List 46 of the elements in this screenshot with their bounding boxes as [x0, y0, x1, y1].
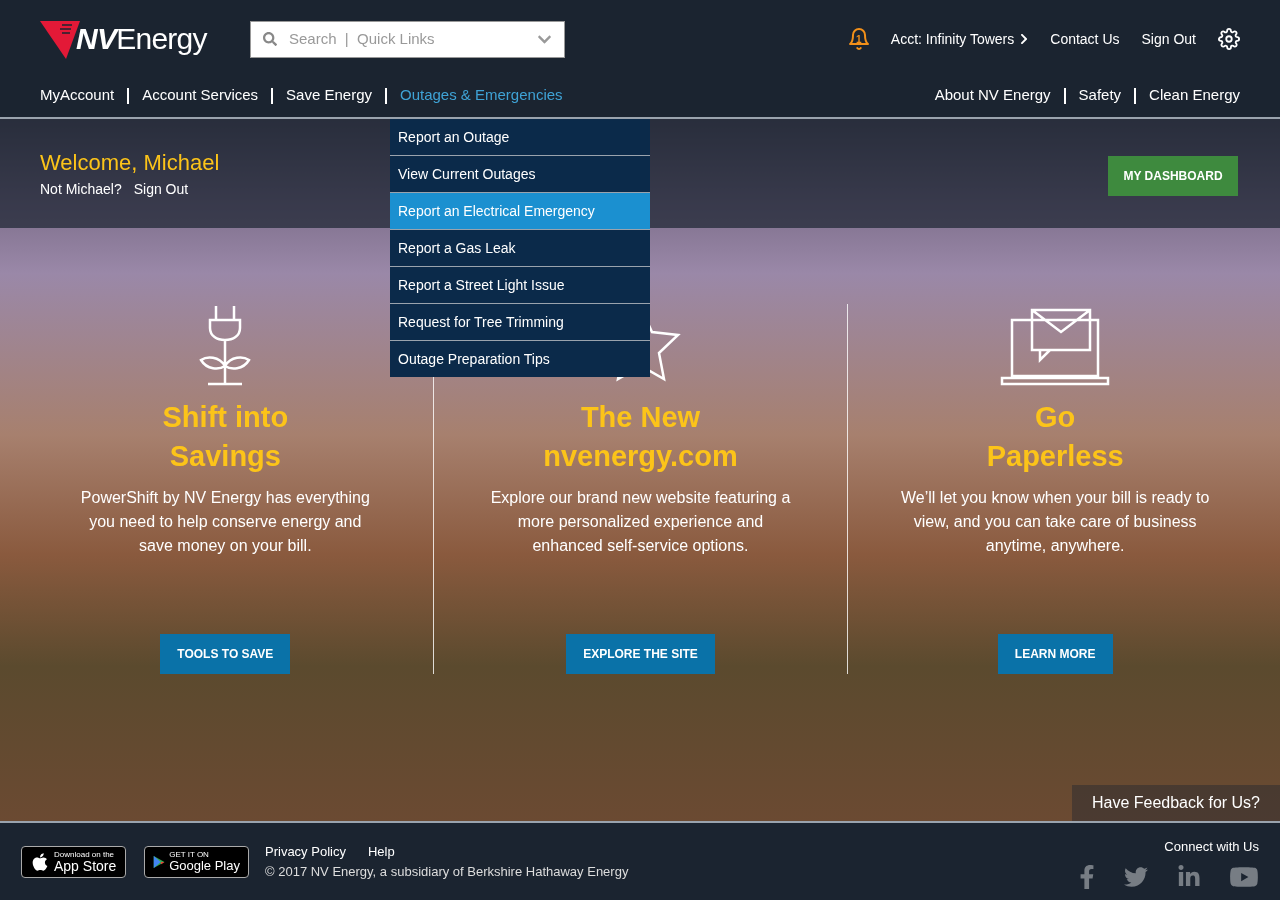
connect-heading: Connect with Us [1164, 837, 1259, 856]
feature-button[interactable]: LEARN MORE [997, 634, 1113, 674]
feature-title: Shift into Savings [162, 400, 289, 474]
not-user-text: Not Michael? [40, 180, 122, 199]
account-link[interactable]: Acct: Infinity Towers [890, 28, 1031, 50]
header-link[interactable]: Sign Out [1141, 28, 1196, 50]
nav-item[interactable]: About NV Energy [934, 84, 1051, 107]
plug-leaf-icon [198, 304, 253, 386]
dropdown-item[interactable]: Request for Tree Trimming [390, 304, 650, 340]
feature-title: Go Paperless [986, 400, 1124, 474]
dropdown-item[interactable]: Report an Electrical Emergency [390, 193, 650, 229]
nav-item[interactable]: MyAccount [40, 84, 115, 107]
welcome-heading: Welcome, Michael [40, 149, 220, 177]
search-field[interactable]: Search | Quick Links [289, 27, 525, 51]
feature-description: Explore our brand new website featuring a more personalized experience and enhanced self-service options. [489, 488, 792, 556]
dropdown-item[interactable]: Report a Gas Leak [390, 230, 650, 266]
nav-item[interactable]: Outages & Emergencies [400, 84, 563, 107]
feature-button[interactable]: TOOLS TO SAVE [160, 634, 291, 674]
feature-title: The New nvenergy.com [543, 400, 738, 474]
feature-button[interactable]: EXPLORE THE SITE [566, 634, 715, 674]
nav-item[interactable]: Clean Energy [1149, 84, 1240, 107]
settings-icon[interactable] [1218, 28, 1240, 50]
app-store-badge[interactable]: Download on the App Store [21, 845, 126, 878]
feature-description: We’ll let you know when your bill is ready to view, and you can take care of business anytime, anywhere. [900, 488, 1211, 556]
dropdown-item[interactable]: View Current Outages [390, 156, 650, 192]
copyright-text: © 2017 NV Energy, a subsidiary of Berkshire Hathaway Energy [265, 862, 629, 881]
dashboard-button[interactable]: MY DASHBOARD [1108, 156, 1238, 196]
feedback-link[interactable]: Have Feedback for Us? [1071, 785, 1280, 821]
facebook-icon[interactable] [1079, 865, 1095, 890]
header-link[interactable]: Contact Us [1050, 28, 1120, 50]
laptop-envelope-icon [1000, 306, 1111, 386]
logo-text[interactable]: NVEnergy [76, 24, 207, 54]
dropdown-item[interactable]: Report an Outage [390, 119, 650, 155]
twitter-icon[interactable] [1123, 865, 1149, 890]
footer-link[interactable]: Help [367, 842, 395, 862]
feature-description: PowerShift by NV Energy has everything you need to help conserve energy and save money on your bill. [79, 488, 371, 556]
google-play-badge[interactable]: GET IT ON Google Play [144, 845, 249, 878]
nav-item[interactable]: Account Services [142, 84, 259, 107]
dropdown-item[interactable]: Report a Street Light Issue [390, 267, 650, 303]
search-bar[interactable]: Search | Quick Links [250, 20, 565, 58]
dropdown-item[interactable]: Outage Preparation Tips [390, 341, 650, 377]
nav-item[interactable]: Save Energy [286, 84, 372, 107]
sign-out-link[interactable]: Sign Out [133, 179, 189, 200]
search-icon [263, 32, 277, 46]
nav-item[interactable]: Safety [1078, 84, 1122, 107]
footer-link[interactable]: Privacy Policy [265, 842, 346, 862]
